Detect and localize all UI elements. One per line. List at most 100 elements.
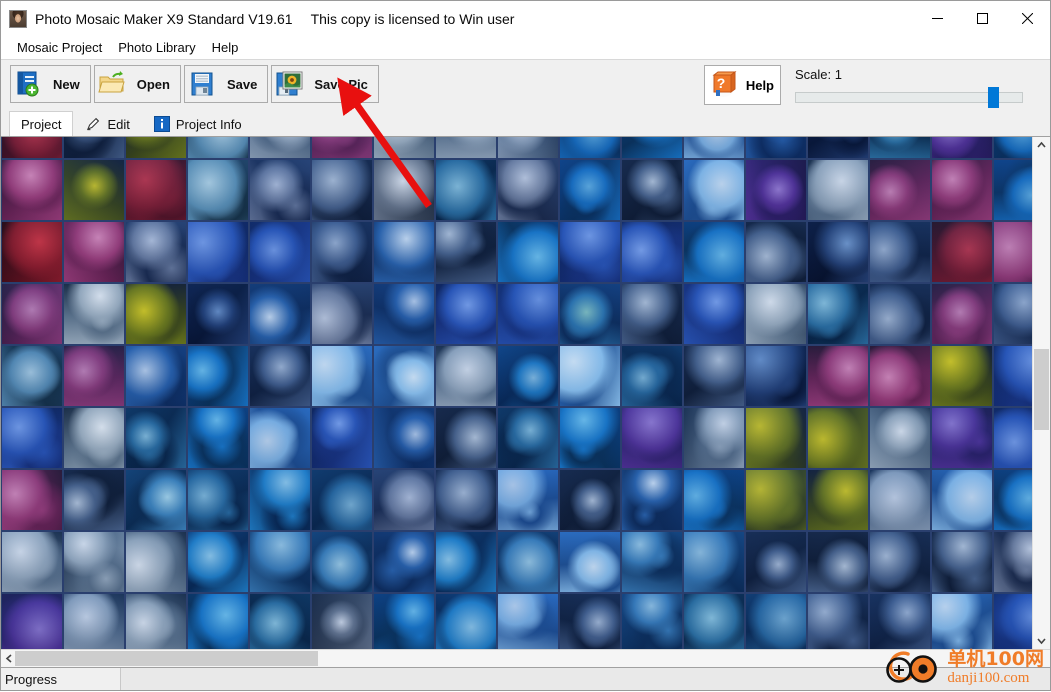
mosaic-tile[interactable] [125,593,187,649]
mosaic-tile[interactable] [1,345,63,407]
mosaic-tile[interactable] [621,283,683,345]
mosaic-tile[interactable] [745,221,807,283]
horizontal-scrollbar[interactable] [1,649,1050,667]
mosaic-tile[interactable] [497,221,559,283]
tab-project-info[interactable]: Project Info [141,111,254,136]
mosaic-tile[interactable] [1,159,63,221]
mosaic-tile[interactable] [249,137,311,159]
mosaic-tile[interactable] [435,221,497,283]
mosaic-tile[interactable] [869,137,931,159]
mosaic-tile[interactable] [435,531,497,593]
mosaic-tile[interactable] [869,469,931,531]
mosaic-tile[interactable] [311,283,373,345]
mosaic-tile[interactable] [683,469,745,531]
mosaic-tile[interactable] [931,283,993,345]
mosaic-tile[interactable] [187,407,249,469]
mosaic-tile[interactable] [373,159,435,221]
mosaic-tile[interactable] [683,137,745,159]
mosaic-tile[interactable] [125,345,187,407]
mosaic-tile[interactable] [373,593,435,649]
mosaic-tile[interactable] [559,283,621,345]
mosaic-tile[interactable] [559,407,621,469]
mosaic-tile[interactable] [63,531,125,593]
mosaic-tile[interactable] [187,221,249,283]
scroll-up-arrow[interactable] [1033,137,1050,154]
mosaic-tile[interactable] [435,407,497,469]
mosaic-tile[interactable] [311,469,373,531]
mosaic-tile[interactable] [993,345,1032,407]
mosaic-tile[interactable] [63,345,125,407]
mosaic-tile[interactable] [125,407,187,469]
mosaic-tile[interactable] [993,469,1032,531]
mosaic-tile[interactable] [559,159,621,221]
mosaic-tile[interactable] [869,531,931,593]
mosaic-tile[interactable] [435,345,497,407]
mosaic-tile[interactable] [63,159,125,221]
mosaic-tile[interactable] [931,159,993,221]
mosaic-tile[interactable] [249,593,311,649]
mosaic-tile[interactable] [497,283,559,345]
mosaic-tile[interactable] [993,531,1032,593]
mosaic-tile[interactable] [683,345,745,407]
mosaic-tile[interactable] [621,159,683,221]
tab-project[interactable]: Project [9,111,74,136]
mosaic-tile[interactable] [435,283,497,345]
mosaic-tile[interactable] [869,593,931,649]
mosaic-tile[interactable] [1,283,63,345]
mosaic-tile[interactable] [311,531,373,593]
mosaic-tile[interactable] [249,469,311,531]
maximize-button[interactable] [960,1,1005,36]
mosaic-tile[interactable] [497,137,559,159]
mosaic-tile[interactable] [869,221,931,283]
menu-help[interactable]: Help [204,38,247,57]
mosaic-tile[interactable] [187,137,249,159]
mosaic-tile[interactable] [373,137,435,159]
mosaic-tile[interactable] [125,531,187,593]
mosaic-tile[interactable] [311,159,373,221]
menu-photo-library[interactable]: Photo Library [110,38,203,57]
mosaic-tile[interactable] [125,469,187,531]
mosaic-tile[interactable] [435,469,497,531]
new-button[interactable]: New [10,65,91,103]
mosaic-tile[interactable] [249,407,311,469]
mosaic-tile[interactable] [373,407,435,469]
mosaic-tile[interactable] [807,283,869,345]
mosaic-tile[interactable] [559,531,621,593]
mosaic-tile[interactable] [125,159,187,221]
mosaic-tile[interactable] [745,159,807,221]
mosaic-tile[interactable] [807,137,869,159]
mosaic-tile[interactable] [683,221,745,283]
mosaic-tile[interactable] [497,469,559,531]
mosaic-tile[interactable] [807,159,869,221]
mosaic-tile[interactable] [63,407,125,469]
menu-mosaic-project[interactable]: Mosaic Project [9,38,110,57]
mosaic-tile[interactable] [249,159,311,221]
mosaic-tile[interactable] [807,221,869,283]
mosaic-tile[interactable] [993,137,1032,159]
mosaic-tile[interactable] [745,531,807,593]
mosaic-tile[interactable] [373,469,435,531]
mosaic-tile[interactable] [807,345,869,407]
mosaic-tile[interactable] [993,159,1032,221]
mosaic-tile[interactable] [931,137,993,159]
mosaic-tile[interactable] [931,469,993,531]
mosaic-tile[interactable] [497,407,559,469]
mosaic-tile[interactable] [187,593,249,649]
mosaic-tile[interactable] [683,159,745,221]
mosaic-tile[interactable] [745,407,807,469]
mosaic-tile[interactable] [435,593,497,649]
save-button[interactable]: Save [183,65,269,103]
mosaic-tile[interactable] [435,159,497,221]
mosaic-tile[interactable] [497,345,559,407]
mosaic-tile[interactable] [745,345,807,407]
mosaic-tile[interactable] [869,283,931,345]
tab-edit[interactable]: Edit [73,111,142,136]
mosaic-tile[interactable] [497,159,559,221]
mosaic-tile[interactable] [373,531,435,593]
mosaic-tile[interactable] [187,159,249,221]
mosaic-tile[interactable] [931,407,993,469]
scale-slider-thumb[interactable] [988,87,1000,108]
scroll-down-arrow[interactable] [1033,632,1050,649]
mosaic-tile[interactable] [869,345,931,407]
mosaic-tile[interactable] [1,137,63,159]
